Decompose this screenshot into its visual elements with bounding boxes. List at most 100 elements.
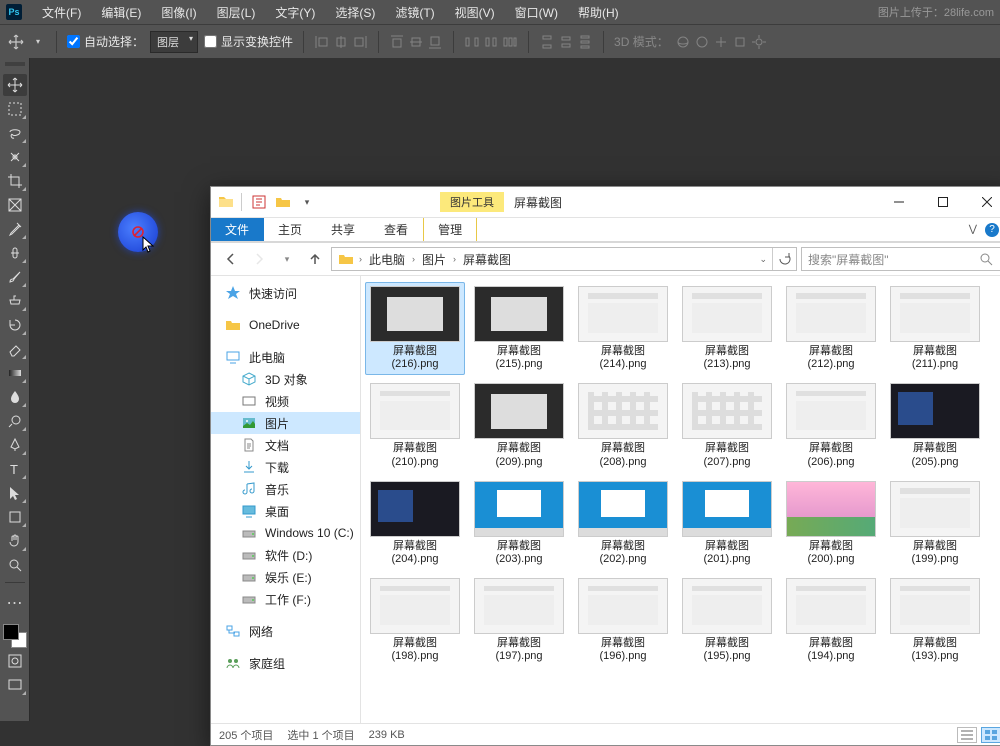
marquee-tool[interactable] bbox=[3, 98, 27, 120]
eyedropper-tool[interactable] bbox=[3, 218, 27, 240]
file-item[interactable]: 屏幕截图(202).png bbox=[573, 477, 673, 570]
zoom-tool[interactable] bbox=[3, 554, 27, 576]
help-icon[interactable]: ? bbox=[985, 223, 999, 237]
nav-forward-button[interactable] bbox=[247, 247, 271, 271]
file-item[interactable]: 屏幕截图(195).png bbox=[677, 574, 777, 667]
screen-mode-button[interactable] bbox=[3, 674, 27, 696]
tab-view[interactable]: 查看 bbox=[370, 218, 423, 241]
sidebar-item[interactable]: 文档 bbox=[211, 434, 360, 456]
auto-select-target-select[interactable]: 图层 bbox=[150, 31, 198, 53]
file-list[interactable]: 屏幕截图(216).png屏幕截图(215).png屏幕截图(214).png屏… bbox=[361, 276, 1000, 723]
minimize-button[interactable] bbox=[877, 187, 921, 217]
file-item[interactable]: 屏幕截图(211).png bbox=[885, 282, 985, 375]
quick-select-tool[interactable] bbox=[3, 146, 27, 168]
breadcrumb-seg[interactable]: 屏幕截图 bbox=[461, 251, 513, 268]
tab-manage[interactable]: 管理 bbox=[423, 218, 477, 241]
tab-file[interactable]: 文件 bbox=[211, 218, 264, 241]
sidebar-item[interactable]: 下载 bbox=[211, 456, 360, 478]
file-item[interactable]: 屏幕截图(198).png bbox=[365, 574, 465, 667]
file-item[interactable]: 屏幕截图(210).png bbox=[365, 379, 465, 472]
move-tool[interactable] bbox=[3, 74, 27, 96]
sidebar-homegroup[interactable]: 家庭组 bbox=[211, 652, 360, 674]
gradient-tool[interactable] bbox=[3, 362, 27, 384]
view-details-button[interactable] bbox=[957, 727, 977, 743]
path-select-tool[interactable] bbox=[3, 482, 27, 504]
file-item[interactable]: 屏幕截图(205).png bbox=[885, 379, 985, 472]
sidebar-item[interactable]: 工作 (F:) bbox=[211, 588, 360, 610]
ps-menu-item[interactable]: 图像(I) bbox=[151, 4, 206, 21]
sidebar-item[interactable]: 3D 对象 bbox=[211, 368, 360, 390]
tab-home[interactable]: 主页 bbox=[264, 218, 317, 241]
file-item[interactable]: 屏幕截图(204).png bbox=[365, 477, 465, 570]
file-item[interactable]: 屏幕截图(194).png bbox=[781, 574, 881, 667]
sidebar-item[interactable]: 图片 bbox=[211, 412, 360, 434]
sidebar-quick-access[interactable]: 快速访问 bbox=[211, 282, 360, 304]
crop-tool[interactable] bbox=[3, 170, 27, 192]
close-button[interactable] bbox=[965, 187, 1000, 217]
pen-tool[interactable] bbox=[3, 434, 27, 456]
file-item[interactable]: 屏幕截图(208).png bbox=[573, 379, 673, 472]
ps-menu-item[interactable]: 帮助(H) bbox=[568, 4, 629, 21]
qat-dropdown-button[interactable]: ▾ bbox=[296, 191, 318, 213]
file-item[interactable]: 屏幕截图(214).png bbox=[573, 282, 673, 375]
ps-menu-item[interactable]: 选择(S) bbox=[325, 4, 385, 21]
shape-tool[interactable] bbox=[3, 506, 27, 528]
file-item[interactable]: 屏幕截图(215).png bbox=[469, 282, 569, 375]
color-swatches[interactable] bbox=[3, 624, 27, 648]
explorer-titlebar[interactable]: ▾ 图片工具 屏幕截图 bbox=[211, 187, 1000, 217]
sidebar-item[interactable]: Windows 10 (C:) bbox=[211, 522, 360, 544]
sidebar-network[interactable]: 网络 bbox=[211, 620, 360, 642]
sidebar-item[interactable]: 娱乐 (E:) bbox=[211, 566, 360, 588]
ps-menu-item[interactable]: 窗口(W) bbox=[505, 4, 568, 21]
quick-mask-button[interactable] bbox=[3, 650, 27, 672]
sidebar-item[interactable]: 音乐 bbox=[211, 478, 360, 500]
file-item[interactable]: 屏幕截图(206).png bbox=[781, 379, 881, 472]
blur-tool[interactable] bbox=[3, 386, 27, 408]
file-item[interactable]: 屏幕截图(197).png bbox=[469, 574, 569, 667]
ps-canvas-area[interactable]: ▾ 图片工具 屏幕截图 文件 主页 共享 查看 管理 ⋁ ? bbox=[30, 58, 1000, 721]
lasso-tool[interactable] bbox=[3, 122, 27, 144]
ps-menu-item[interactable]: 文字(Y) bbox=[265, 4, 325, 21]
sidebar-item[interactable]: 软件 (D:) bbox=[211, 544, 360, 566]
file-item[interactable]: 屏幕截图(209).png bbox=[469, 379, 569, 472]
ps-menu-item[interactable]: 编辑(E) bbox=[91, 4, 151, 21]
nav-recent-button[interactable]: ▾ bbox=[275, 247, 299, 271]
file-item[interactable]: 屏幕截图(207).png bbox=[677, 379, 777, 472]
dodge-tool[interactable] bbox=[3, 410, 27, 432]
qat-properties-button[interactable] bbox=[248, 191, 270, 213]
tab-share[interactable]: 共享 bbox=[317, 218, 370, 241]
view-thumbnails-button[interactable] bbox=[981, 727, 1000, 743]
file-item[interactable]: 屏幕截图(213).png bbox=[677, 282, 777, 375]
address-dropdown-icon[interactable]: ⌄ bbox=[756, 254, 770, 265]
refresh-button[interactable] bbox=[772, 248, 796, 270]
history-brush-tool[interactable] bbox=[3, 314, 27, 336]
ps-menu-item[interactable]: 文件(F) bbox=[32, 4, 91, 21]
frame-tool[interactable] bbox=[3, 194, 27, 216]
ps-menu-item[interactable]: 图层(L) bbox=[207, 4, 266, 21]
ribbon-expand-icon[interactable]: ⋁ bbox=[969, 224, 977, 235]
breadcrumb-seg[interactable]: 图片 bbox=[420, 251, 448, 268]
healing-brush-tool[interactable] bbox=[3, 242, 27, 264]
file-item[interactable]: 屏幕截图(200).png bbox=[781, 477, 881, 570]
edit-toolbar-button[interactable]: ⋯ bbox=[3, 592, 27, 614]
nav-up-button[interactable] bbox=[303, 247, 327, 271]
sidebar-item[interactable]: 视频 bbox=[211, 390, 360, 412]
brush-tool[interactable] bbox=[3, 266, 27, 288]
hand-tool[interactable] bbox=[3, 530, 27, 552]
search-input[interactable]: 搜索"屏幕截图" bbox=[801, 247, 1000, 271]
eraser-tool[interactable] bbox=[3, 338, 27, 360]
file-item[interactable]: 屏幕截图(203).png bbox=[469, 477, 569, 570]
file-item[interactable]: 屏幕截图(201).png bbox=[677, 477, 777, 570]
nav-back-button[interactable] bbox=[219, 247, 243, 271]
breadcrumb-seg[interactable]: 此电脑 bbox=[367, 251, 407, 268]
type-tool[interactable]: T bbox=[3, 458, 27, 480]
sidebar-this-pc[interactable]: 此电脑 bbox=[211, 346, 360, 368]
file-item[interactable]: 屏幕截图(196).png bbox=[573, 574, 673, 667]
file-item[interactable]: 屏幕截图(212).png bbox=[781, 282, 881, 375]
clone-stamp-tool[interactable] bbox=[3, 290, 27, 312]
file-item[interactable]: 屏幕截图(199).png bbox=[885, 477, 985, 570]
qat-new-folder-button[interactable] bbox=[272, 191, 294, 213]
fg-color-swatch[interactable] bbox=[3, 624, 19, 640]
ps-menu-item[interactable]: 视图(V) bbox=[445, 4, 505, 21]
show-transform-checkbox[interactable]: 显示变换控件 bbox=[204, 33, 293, 50]
